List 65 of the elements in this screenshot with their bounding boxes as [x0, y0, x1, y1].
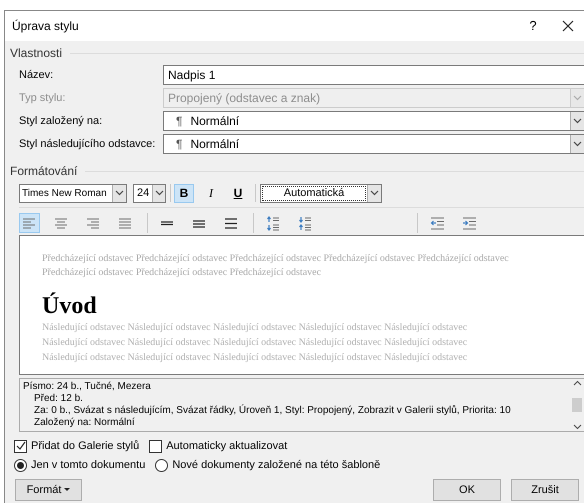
scrollbar[interactable]	[570, 379, 584, 431]
preview-text: Následující odstavec Následující odstavec Následující odstavec Následující odstavec Následující odstavec	[42, 336, 468, 350]
align-right-icon	[86, 216, 101, 230]
color-dropdown[interactable]: Automatická	[260, 184, 382, 202]
dropdown-value: Times New Roman	[21, 186, 108, 200]
paragraph-spacing-icon	[298, 216, 313, 230]
radio-button[interactable]	[155, 458, 168, 472]
name-field[interactable]: Nadpis 1	[163, 65, 584, 85]
size-dropdown[interactable]: 24	[133, 184, 166, 202]
style-dropdown[interactable]: ¶ Normální	[163, 134, 584, 154]
description-text: Založený na: Normální	[34, 417, 135, 429]
scroll-down-icon[interactable]	[572, 422, 582, 431]
preview-text: Následující odstavec Následující odstavec Následující odstavec Následující odstavec Následující odstavec	[42, 351, 468, 365]
radio-label: Jen v tomto dokumentu	[31, 458, 146, 473]
cancel-button[interactable]: Zrušit	[511, 479, 579, 501]
scroll-thumb[interactable]	[572, 398, 582, 412]
preview-heading: Úvod	[42, 292, 97, 320]
radio-button[interactable]	[14, 458, 27, 472]
increase-indent-icon	[462, 216, 477, 230]
scroll-up-icon[interactable]	[572, 379, 582, 388]
align-left-button[interactable]	[19, 213, 40, 233]
description-text: Za: 0 b., Svázat s následujícím, Svázat řádky, Úroveň 1, Styl: Propojený, Zobrazit v Galerii stylů, Priorita: 10	[34, 405, 511, 417]
description-text: Před: 12 b.	[34, 393, 83, 405]
preview-text: Předcházející odstavec Předcházející odstavec Předcházející odstavec	[42, 266, 322, 280]
dropdown-value: Propojený (odstavec a znak)	[167, 90, 322, 107]
dropdown-value: ¶ Normální	[175, 113, 240, 130]
dropdown-value: ¶ Normální	[175, 136, 240, 153]
align-center-icon	[54, 216, 69, 230]
font-dropdown[interactable]: Times New Roman	[19, 184, 127, 202]
checkbox-label: Automaticky aktualizovat	[166, 438, 288, 454]
check-icon	[16, 441, 26, 451]
dropdown-value: 24	[136, 186, 150, 201]
paragraph-spacing-icon	[266, 216, 281, 230]
italic-button[interactable]: I	[201, 184, 221, 202]
description-text: Písmo: 24 b., Tučné, Mezera	[23, 381, 151, 393]
decrease-indent-icon	[430, 216, 445, 230]
close-icon	[562, 20, 574, 32]
checkbox-label: Přidat do Galerie stylů	[31, 438, 140, 454]
justify-icon	[118, 216, 133, 230]
ok-button[interactable]: OK	[433, 479, 501, 501]
field-label: Styl následujícího odstavce:	[19, 136, 156, 152]
radio-label: Nové dokumenty založené na této šabloně	[172, 458, 380, 473]
style-dropdown[interactable]: ¶ Normální	[163, 111, 584, 131]
preview-text: Předcházející odstavec Předcházející odstavec Předcházející odstavec Předcházející odstavec Předcházející odstavec	[42, 252, 509, 266]
underline-button[interactable]: U	[228, 184, 248, 202]
field-label: Typ stylu:	[19, 90, 66, 106]
checkbox[interactable]	[149, 440, 162, 452]
radio-option[interactable]: Jen v tomto dokumentu	[14, 456, 146, 474]
preview-text: Následující odstavec Následující odstavec Následující odstavec Následující odstavec Následující odstavec	[42, 321, 468, 335]
checkbox[interactable]	[14, 440, 27, 452]
dropdown-value: Automatická	[262, 186, 366, 200]
double-spacing-icon	[224, 216, 239, 230]
field-label: Název:	[19, 68, 54, 83]
checkbox-option[interactable]: Automaticky aktualizovat	[149, 438, 288, 454]
group-title: Vlastnosti	[10, 45, 62, 62]
checkbox-option[interactable]: Přidat do Galerie stylů	[14, 438, 140, 454]
caret-icon	[64, 488, 70, 492]
align-left-icon	[22, 216, 37, 230]
radio-option[interactable]: Nové dokumenty založené na této šabloně	[155, 456, 380, 474]
group-title: Formátování	[10, 163, 78, 180]
format-button[interactable]: Formát	[15, 479, 82, 501]
field-label: Styl založený na:	[19, 114, 104, 129]
bold-button[interactable]: B	[174, 184, 194, 202]
help-button[interactable]: ?	[518, 11, 548, 41]
window-title: Úprava stylu	[12, 18, 80, 35]
